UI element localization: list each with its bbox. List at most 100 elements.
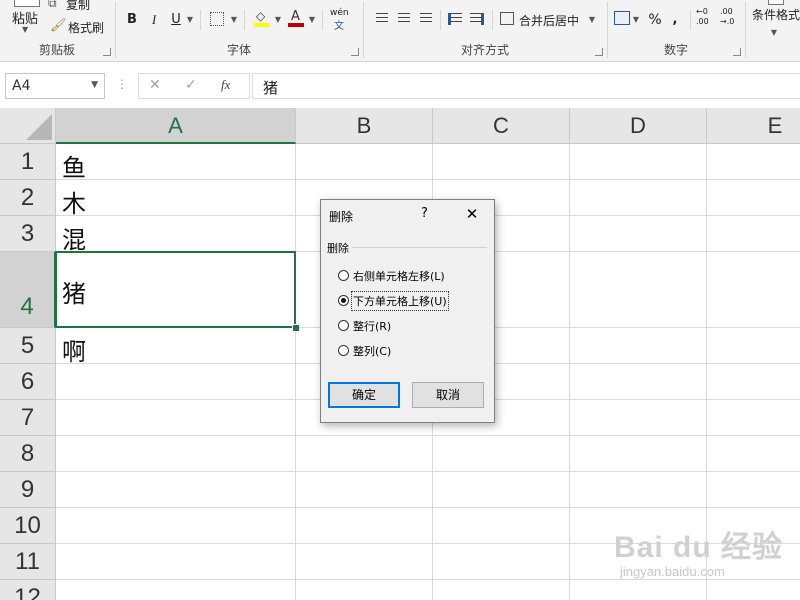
- row-header-7[interactable]: 7: [0, 400, 56, 436]
- fill-color-swatch: [254, 23, 270, 27]
- ribbon-divider: [690, 10, 691, 30]
- column-header-c[interactable]: C: [433, 108, 570, 144]
- increase-decimal-button[interactable]: ←0 .00: [696, 7, 716, 31]
- conditional-format-icon: [768, 0, 784, 5]
- gridline: [56, 471, 800, 472]
- number-launcher-icon[interactable]: [733, 48, 741, 56]
- font-group-label: 字体: [226, 43, 251, 57]
- paste-icon[interactable]: [14, 0, 40, 7]
- row-header-5[interactable]: 5: [0, 328, 56, 364]
- option-entire-row-label: 整行(R): [353, 320, 392, 333]
- close-icon[interactable]: ✕: [459, 202, 485, 226]
- insert-function-icon[interactable]: fx: [221, 77, 230, 93]
- cell-a2[interactable]: 木: [62, 184, 86, 219]
- ribbon-divider: [440, 10, 441, 30]
- clipboard-launcher-icon[interactable]: [103, 48, 111, 56]
- format-painter-button[interactable]: 格式刷: [68, 19, 104, 36]
- increase-decimal-bottom: .00: [696, 17, 709, 26]
- increase-indent-icon[interactable]: [470, 13, 484, 25]
- merge-center-button[interactable]: 合并后居中: [519, 12, 579, 29]
- row-header-11[interactable]: 11: [0, 544, 56, 580]
- font-group: B I U ▼ ▼ ◇ ▼ A ▼ wén 文 字体: [116, 0, 362, 61]
- ribbon-divider: [492, 10, 493, 30]
- row-header-9[interactable]: 9: [0, 472, 56, 508]
- dialog-section-label: 删除: [327, 240, 352, 256]
- italic-button[interactable]: I: [146, 11, 162, 29]
- gridline: [56, 507, 800, 508]
- name-box-dropdown-icon[interactable]: ▼: [91, 80, 98, 90]
- format-painter-icon: 🖌: [50, 18, 67, 33]
- row-header-12[interactable]: 12: [0, 580, 56, 600]
- conditional-format-dropdown-icon[interactable]: ▼: [770, 24, 778, 42]
- column-header-b[interactable]: B: [296, 108, 433, 144]
- row-header-4[interactable]: 4: [0, 252, 56, 328]
- styles-group: 条件格式 ▼: [746, 0, 800, 61]
- column-header-a[interactable]: A: [56, 108, 296, 144]
- merge-center-dropdown-icon[interactable]: ▼: [588, 11, 596, 29]
- font-launcher-icon[interactable]: [351, 48, 359, 56]
- paint-bucket-icon: ◇: [256, 9, 266, 23]
- underline-button[interactable]: U: [168, 11, 184, 29]
- row-header-10[interactable]: 10: [0, 508, 56, 544]
- gridline: [56, 179, 800, 180]
- cell-a1[interactable]: 鱼: [62, 148, 86, 183]
- row-header-3[interactable]: 3: [0, 216, 56, 252]
- name-box[interactable]: A4 ▼: [5, 73, 105, 99]
- phonetic-button[interactable]: wén 文: [328, 8, 354, 32]
- radio-shift-up[interactable]: [338, 295, 349, 306]
- delete-dialog: 删除 ? ✕ 删除 右侧单元格左移(L) 下方单元格上移(U) 整行(R) 整列…: [320, 199, 495, 423]
- border-icon[interactable]: [210, 12, 224, 26]
- cell-a3[interactable]: 混: [62, 220, 86, 255]
- underline-dropdown-icon[interactable]: ▼: [186, 11, 194, 29]
- radio-entire-row[interactable]: [338, 320, 349, 331]
- radio-selected-dot: [341, 298, 346, 303]
- number-group-label: 数字: [663, 43, 688, 57]
- alignment-launcher-icon[interactable]: [595, 48, 603, 56]
- column-header-e[interactable]: E: [707, 108, 800, 144]
- paste-dropdown-icon[interactable]: ▼: [22, 25, 28, 34]
- align-left-icon[interactable]: [376, 13, 388, 25]
- font-color-icon[interactable]: A: [288, 9, 304, 27]
- fill-color-icon[interactable]: ◇: [254, 9, 270, 27]
- cell-a5[interactable]: 啊: [62, 332, 86, 367]
- help-icon[interactable]: ?: [421, 206, 428, 221]
- ok-button[interactable]: 确定: [328, 382, 400, 408]
- number-group: ▼ % , ←0 .00 .00 →.0 数字: [608, 0, 744, 61]
- decrease-decimal-button[interactable]: .00 →.0: [720, 7, 742, 31]
- fill-handle[interactable]: [292, 324, 300, 332]
- align-right-icon[interactable]: [420, 13, 432, 25]
- formula-input[interactable]: 猪: [252, 73, 800, 99]
- bold-button[interactable]: B: [124, 11, 140, 29]
- align-center-icon[interactable]: [398, 13, 410, 25]
- row-header-2[interactable]: 2: [0, 180, 56, 216]
- confirm-entry-icon[interactable]: ✓: [185, 77, 197, 93]
- row-header-6[interactable]: 6: [0, 364, 56, 400]
- font-color-dropdown-icon[interactable]: ▼: [308, 11, 316, 29]
- radio-shift-left[interactable]: [338, 270, 349, 281]
- cancel-button[interactable]: 取消: [412, 382, 484, 408]
- fill-color-dropdown-icon[interactable]: ▼: [274, 11, 282, 29]
- row-header-1[interactable]: 1: [0, 144, 56, 180]
- clipboard-group-label: 剪贴板: [38, 43, 75, 57]
- conditional-format-button[interactable]: 条件格式: [752, 6, 800, 23]
- formula-tools: ✕ ✓ fx: [138, 73, 250, 99]
- formula-bar: A4 ▼ ⋮ ✕ ✓ fx 猪: [0, 62, 800, 109]
- copy-button[interactable]: 复制: [66, 0, 90, 13]
- comma-button[interactable]: ,: [670, 11, 680, 29]
- accounting-dropdown-icon[interactable]: ▼: [632, 11, 640, 29]
- decrease-indent-icon[interactable]: [448, 13, 462, 25]
- row-header-8[interactable]: 8: [0, 436, 56, 472]
- formula-bar-grip-icon[interactable]: ⋮: [116, 77, 128, 91]
- cancel-entry-icon[interactable]: ✕: [149, 77, 161, 93]
- name-box-value: A4: [12, 78, 31, 94]
- ribbon: 粘贴 ▼ ⧉ 复制 🖌 格式刷 剪贴板 B I U ▼ ▼ ◇ ▼ A ▼ wé…: [0, 0, 800, 62]
- gridline: [295, 144, 296, 600]
- select-all-corner[interactable]: [0, 108, 56, 144]
- radio-entire-column[interactable]: [338, 345, 349, 356]
- percent-button[interactable]: %: [648, 11, 662, 29]
- border-dropdown-icon[interactable]: ▼: [230, 11, 238, 29]
- column-header-d[interactable]: D: [570, 108, 707, 144]
- font-color-letter: A: [291, 9, 300, 24]
- font-color-swatch: [288, 23, 304, 27]
- accounting-format-icon[interactable]: [614, 11, 630, 25]
